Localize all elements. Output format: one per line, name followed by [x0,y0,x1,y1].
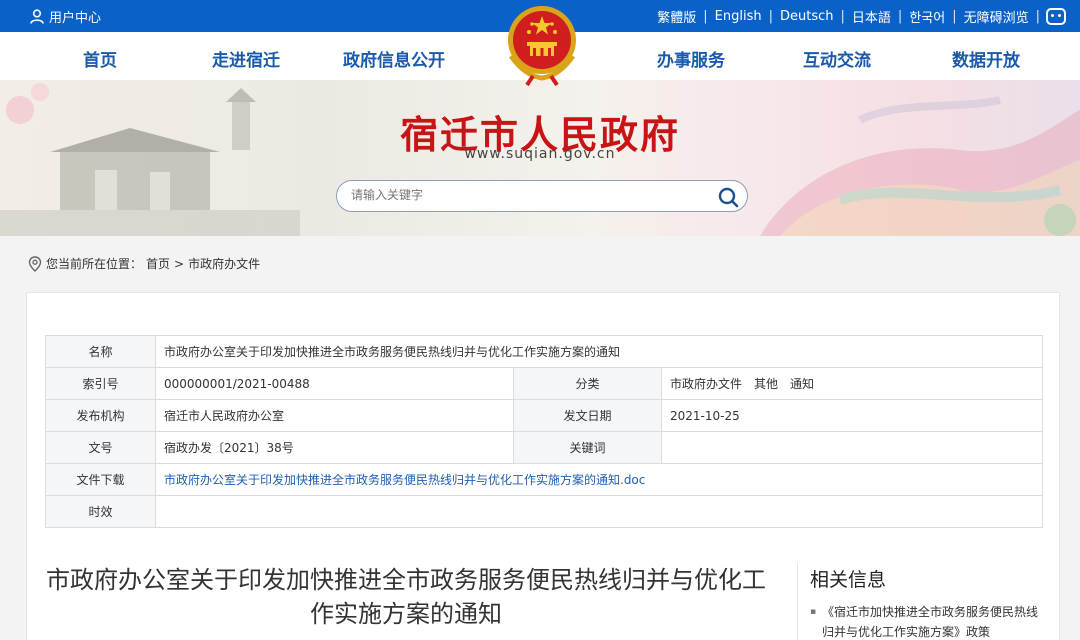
lang-english[interactable]: English [708,9,769,24]
breadcrumb: 您当前所在位置： 首页 > 市政府办文件 [28,255,260,272]
index-label: 索引号 [45,367,156,400]
nav-open-data[interactable]: 数据开放 [952,46,1020,71]
article-title: 市政府办公室关于印发加快推进全市政务服务便民热线归并与优化工作实施方案的通知 [46,566,766,628]
docno-label: 文号 [45,431,156,464]
table-row: 时效 [45,495,1043,528]
date-value: 2021-10-25 [661,399,1043,432]
category-label: 分类 [513,367,662,400]
publisher-label: 发布机构 [45,399,156,432]
lang-german[interactable]: Deutsch [773,9,841,24]
document-metadata-table: 名称 市政府办公室关于印发加快推进全市政务服务便民热线归并与优化工作实施方案的通… [45,335,1043,528]
lang-traditional-chinese[interactable]: 繁體版 [650,7,703,26]
header-banner: 宿迁市人民政府 www.suqian.gov.cn [0,80,1080,236]
user-icon [30,9,44,24]
download-label: 文件下载 [45,463,156,496]
nav-interaction[interactable]: 互动交流 [803,46,871,71]
lang-japanese[interactable]: 日本語 [845,7,898,26]
date-label: 发文日期 [513,399,662,432]
keywords-label: 关键词 [513,431,662,464]
table-row: 索引号 000000001/2021-00488 分类 市政府办文件 其他 通知 [45,367,1043,400]
validity-value [155,495,1043,528]
related-info-heading: 相关信息 [810,569,887,591]
table-row: 文件下载 市政府办公室关于印发加快推进全市政务服务便民热线归并与优化工作实施方案… [45,463,1043,496]
table-row: 名称 市政府办公室关于印发加快推进全市政务服务便民热线归并与优化工作实施方案的通… [45,335,1043,368]
location-pin-icon [28,255,42,272]
table-row: 文号 宿政办发〔2021〕38号 关键词 [45,431,1043,464]
user-center-link[interactable]: 用户中心 [30,7,101,26]
lang-korean[interactable]: 한국어 [902,7,952,26]
nav-about-suqian[interactable]: 走进宿迁 [212,46,280,71]
content-panel: 名称 市政府办公室关于印发加快推进全市政务服务便民热线归并与优化工作实施方案的通… [26,292,1060,640]
category-value: 市政府办文件 其他 通知 [661,367,1043,400]
language-links: 繁體版 | English | Deutsch | 日本語 | 한국어 | 无障碍浏览 | [650,7,1066,26]
publisher-value: 宿迁市人民政府办公室 [155,399,514,432]
robot-icon[interactable] [1046,8,1066,25]
table-row: 发布机构 宿迁市人民政府办公室 发文日期 2021-10-25 [45,399,1043,432]
nav-services[interactable]: 办事服务 [657,46,725,71]
docno-value: 宿政办发〔2021〕38号 [155,431,514,464]
search-icon[interactable] [717,186,739,208]
name-label: 名称 [45,335,156,368]
validity-label: 时效 [45,495,156,528]
index-value: 000000001/2021-00488 [155,367,514,400]
accessibility-link[interactable]: 无障碍浏览 [957,7,1036,26]
nav-home[interactable]: 首页 [83,46,117,71]
breadcrumb-prefix: 您当前所在位置： [46,257,143,271]
download-link[interactable]: 市政府办公室关于印发加快推进全市政务服务便民热线归并与优化工作实施方案的通知.d… [164,473,645,487]
breadcrumb-separator: > [174,256,185,271]
search-input[interactable] [351,188,691,202]
breadcrumb-current[interactable]: 市政府办文件 [188,255,260,272]
related-info-link[interactable]: 《宿迁市加快推进全市政务服务便民热线归并与优化工作实施方案》政策 [810,602,1047,640]
search-box [336,180,748,212]
nav-gov-info[interactable]: 政府信息公开 [343,46,445,71]
user-center-label: 用户中心 [49,11,102,26]
keywords-value [661,431,1043,464]
breadcrumb-home[interactable]: 首页 [146,255,170,272]
name-value: 市政府办公室关于印发加快推进全市政务服务便民热线归并与优化工作实施方案的通知 [155,335,1043,368]
site-url: www.suqian.gov.cn [464,146,616,162]
related-info-sidebar: 相关信息 《宿迁市加快推进全市政务服务便民热线归并与优化工作实施方案》政策 [797,563,1047,640]
national-emblem-icon [508,6,576,86]
